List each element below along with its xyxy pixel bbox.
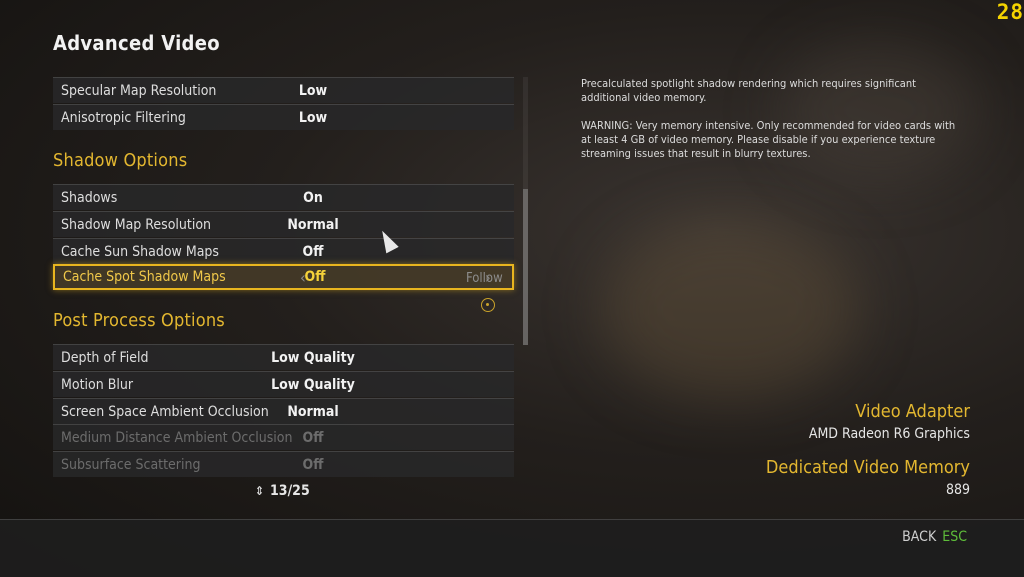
setting-row-anisotropic-filtering[interactable]: Anisotropic Filtering Low — [53, 104, 514, 130]
up-down-chevron-icon: ⇕ — [255, 484, 265, 498]
setting-label: Specular Map Resolution — [61, 82, 217, 99]
setting-value: Low — [298, 82, 328, 99]
video-adapter-info: Video Adapter AMD Radeon R6 Graphics — [809, 401, 970, 442]
pager: ⇕ 13/25 — [255, 483, 310, 499]
pager-text: 13/25 — [270, 483, 310, 499]
video-memory-info: Dedicated Video Memory 889 — [766, 457, 970, 498]
back-label: BACK — [902, 529, 937, 545]
setting-row-subsurface-scattering: Subsurface Scattering Off — [53, 451, 514, 477]
setting-value: On — [303, 189, 323, 206]
setting-value: Low Quality — [271, 376, 355, 393]
background-light — [600, 220, 860, 400]
description-text: Precalculated spotlight shadow rendering… — [581, 77, 916, 104]
chevron-right-icon[interactable]: › — [485, 268, 491, 287]
video-adapter-heading: Video Adapter — [855, 401, 970, 422]
setting-row-motion-blur[interactable]: Motion Blur Low Quality — [53, 371, 514, 397]
setting-label: Motion Blur — [61, 376, 133, 393]
video-adapter-value: AMD Radeon R6 Graphics — [808, 426, 970, 442]
section-heading-shadow: Shadow Options — [53, 150, 188, 171]
video-memory-heading: Dedicated Video Memory — [765, 457, 970, 478]
setting-label: Subsurface Scattering — [61, 456, 201, 473]
target-icon — [481, 298, 495, 312]
video-memory-value: 889 — [945, 482, 970, 498]
setting-value: Low — [298, 109, 328, 126]
scrollbar-thumb[interactable] — [523, 189, 528, 345]
setting-row-specular-map-resolution[interactable]: Specular Map Resolution Low — [53, 77, 514, 103]
setting-value: Off — [304, 269, 326, 285]
setting-row-cache-spot-shadow-maps[interactable]: Cache Spot Shadow Maps ‹ Off Follow › — [53, 264, 514, 290]
fps-counter: 28 — [996, 0, 1024, 24]
setting-row-shadows[interactable]: Shadows On — [53, 184, 514, 210]
setting-value: Off — [302, 456, 324, 473]
setting-label: Shadows — [61, 189, 118, 206]
setting-value: Off — [302, 243, 324, 260]
setting-row-shadow-map-resolution[interactable]: Shadow Map Resolution Normal — [53, 211, 514, 237]
setting-row-ssao[interactable]: Screen Space Ambient Occlusion Normal — [53, 398, 514, 424]
setting-row-depth-of-field[interactable]: Depth of Field Low Quality — [53, 344, 514, 370]
setting-row-cache-sun-shadow-maps[interactable]: Cache Sun Shadow Maps Off — [53, 238, 514, 264]
footer-bar — [0, 519, 1024, 577]
setting-value: Low Quality — [271, 349, 355, 366]
description-warning: WARNING: Very memory intensive. Only rec… — [581, 119, 956, 160]
setting-value: Off — [302, 429, 324, 446]
section-heading-post-process: Post Process Options — [53, 310, 225, 331]
esc-key-hint: ESC — [942, 529, 967, 545]
setting-label: Shadow Map Resolution — [61, 216, 212, 233]
setting-value: Normal — [287, 403, 339, 420]
setting-label: Anisotropic Filtering — [61, 109, 186, 126]
setting-label: Depth of Field — [61, 349, 149, 366]
setting-row-medium-distance-ao: Medium Distance Ambient Occlusion Off — [53, 424, 514, 450]
page-title: Advanced Video — [53, 31, 220, 55]
setting-description: Precalculated spotlight shadow rendering… — [581, 77, 961, 175]
setting-label: Cache Sun Shadow Maps — [61, 243, 219, 260]
back-button[interactable]: BACK ESC — [902, 529, 967, 545]
setting-value: Normal — [287, 216, 339, 233]
setting-label: Cache Spot Shadow Maps — [63, 269, 226, 285]
